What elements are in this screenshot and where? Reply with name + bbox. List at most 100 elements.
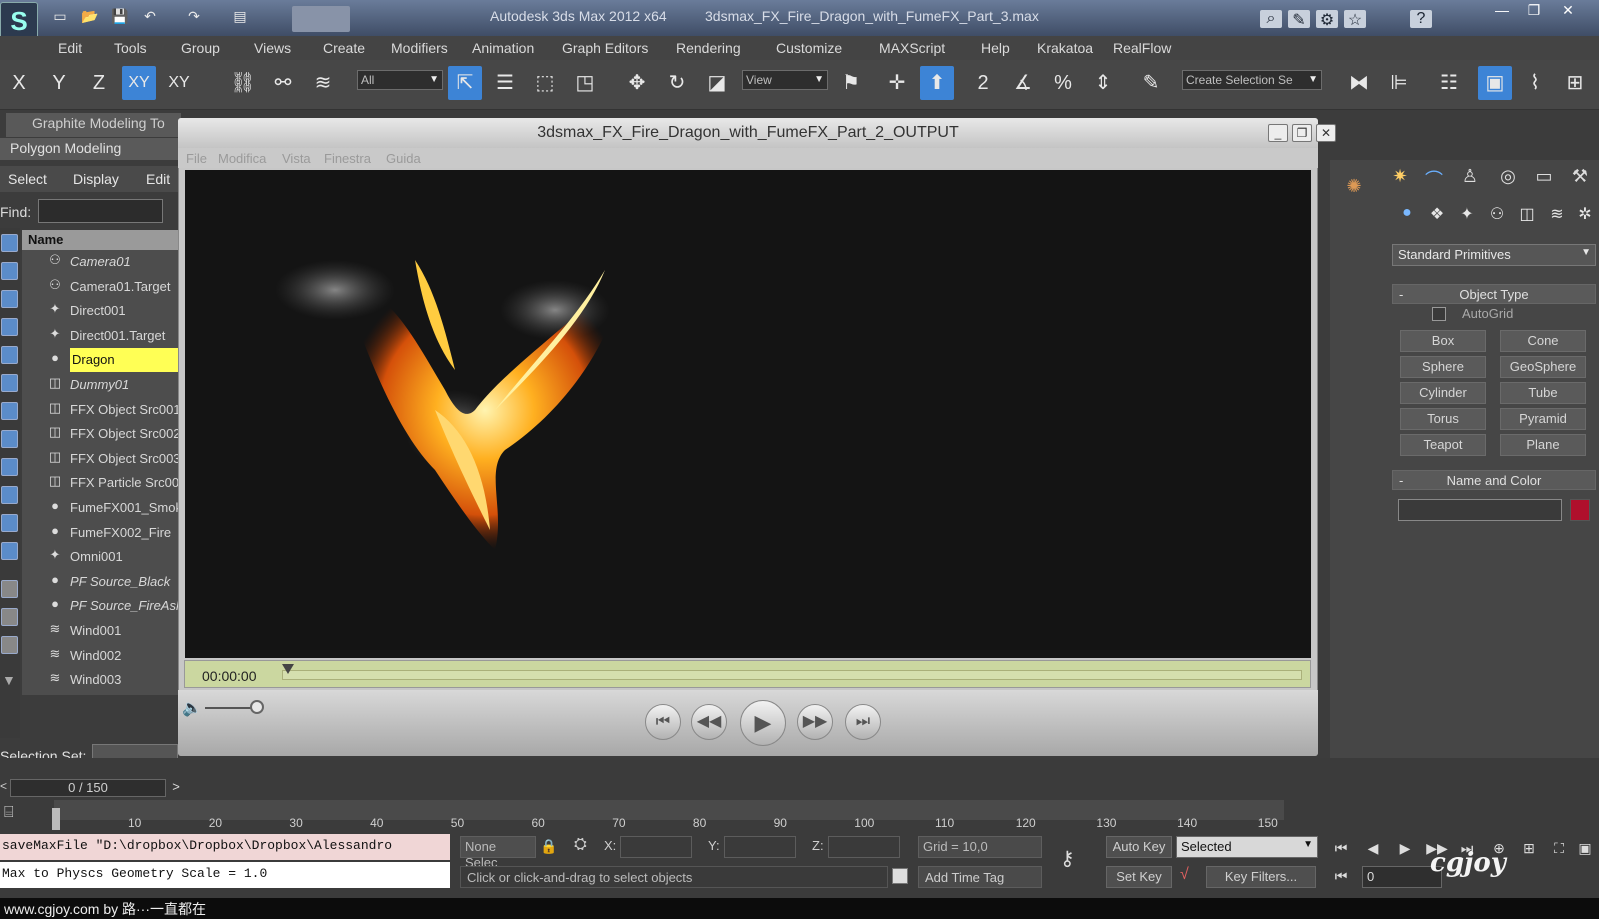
maxscript-listener-output[interactable]: saveMaxFile "D:\dropbox\Dropbox\Dropbox\… <box>0 834 450 860</box>
3dsmax-logo-icon[interactable]: S <box>0 2 38 40</box>
scene-list-item[interactable]: ● PF Source_FireAsh <box>22 594 178 618</box>
systems-category-icon[interactable]: ✲ <box>1572 204 1598 230</box>
display-none-icon[interactable] <box>1 234 18 252</box>
adaptive-degradation-icon[interactable] <box>892 868 908 884</box>
named-selection-dropdown[interactable]: Create Selection Se ▼ <box>1182 70 1322 90</box>
xrefs-filter-icon[interactable] <box>1 514 18 532</box>
workspace-selector[interactable] <box>292 6 350 32</box>
spinner-snap-icon[interactable]: ⇕ <box>1086 66 1120 100</box>
minimize-button[interactable]: — <box>1486 0 1518 22</box>
time-slider-prev[interactable]: < <box>0 779 10 797</box>
volume-icon[interactable]: 🔈 <box>182 698 202 718</box>
save-file-icon[interactable]: 💾 <box>110 8 130 26</box>
rotate-icon[interactable]: ↻ <box>660 66 694 100</box>
menu-views[interactable]: Views <box>254 40 291 56</box>
seek-track[interactable] <box>282 670 1302 680</box>
align-icon[interactable]: ⊫ <box>1382 66 1416 100</box>
scene-list-item[interactable]: ✦ Direct001.Target <box>22 324 178 348</box>
scene-list-item[interactable]: ● PF Source_Black <box>22 570 178 594</box>
menu-realflow[interactable]: RealFlow <box>1113 40 1171 56</box>
add-time-tag[interactable]: Add Time Tag <box>918 866 1042 888</box>
graphite-ribbon-tab[interactable]: Graphite Modeling To <box>6 113 181 137</box>
utilities-tab-icon[interactable]: ⚒ <box>1566 166 1594 192</box>
graphite-toggle-icon[interactable]: ▣ <box>1478 66 1512 100</box>
plane-button[interactable]: Plane <box>1500 434 1586 456</box>
percent-snap-icon[interactable]: % <box>1046 66 1080 100</box>
display-all-icon[interactable] <box>1 262 18 280</box>
z-coordinate-field[interactable] <box>828 836 900 858</box>
menu-create[interactable]: Create <box>323 40 365 56</box>
maximize-viewport-icon[interactable]: ▣ <box>1574 840 1596 860</box>
reference-coordinate-dropdown[interactable]: View ▼ <box>742 70 828 90</box>
lock-icon[interactable]: 🔒 <box>540 838 557 855</box>
geometry-filter-icon[interactable] <box>1 318 18 336</box>
edit-named-selection-icon[interactable]: ✎ <box>1134 66 1168 100</box>
scene-list-item[interactable]: ● Dragon <box>22 348 178 373</box>
scene-list-item[interactable]: ✦ Direct001 <box>22 299 178 323</box>
player-maximize-button[interactable]: ❐ <box>1292 124 1312 142</box>
bones-filter-icon[interactable] <box>1 542 18 560</box>
axis-xy-button[interactable]: XY <box>122 66 156 100</box>
cone-button[interactable]: Cone <box>1500 330 1586 352</box>
player-menu-file[interactable]: File <box>186 151 207 166</box>
spacewarps-filter-icon[interactable] <box>1 458 18 476</box>
tube-button[interactable]: Tube <box>1500 382 1586 404</box>
previous-frame-icon[interactable]: ◀ <box>1362 840 1384 860</box>
key-filters-button[interactable]: Key Filters... <box>1206 866 1316 888</box>
play-animation-icon[interactable]: ▶ <box>1394 840 1416 860</box>
tools-icon[interactable]: ✎ <box>1288 10 1310 29</box>
angle-snap-icon[interactable]: ∡ <box>1006 66 1040 100</box>
cylinder-button[interactable]: Cylinder <box>1400 382 1486 404</box>
favorites-star-icon[interactable]: ☆ <box>1344 10 1366 29</box>
absolute-mode-icon[interactable]: ⛭ <box>574 836 587 854</box>
torus-button[interactable]: Torus <box>1400 408 1486 430</box>
cameras-filter-icon[interactable] <box>1 402 18 420</box>
seek-thumb[interactable] <box>282 664 294 674</box>
scene-list-item[interactable]: ≋ Wind002 <box>22 644 178 668</box>
video-frame[interactable] <box>185 170 1311 658</box>
shapes-category-icon[interactable]: ❖ <box>1424 204 1450 230</box>
new-file-icon[interactable]: ▭ <box>50 8 70 26</box>
shapes-filter-icon[interactable] <box>1 346 18 364</box>
cameras-category-icon[interactable]: ⚇ <box>1484 204 1510 230</box>
window-crossing-icon[interactable]: ◳ <box>568 66 602 100</box>
scene-list-item[interactable]: ≋ Wind003 <box>22 668 178 692</box>
object-color-swatch[interactable] <box>1570 499 1590 521</box>
mirror-icon[interactable]: ⧓ <box>1342 66 1376 100</box>
list-header-name[interactable]: Name <box>22 230 178 250</box>
goto-start-icon[interactable]: ⏮ <box>1330 840 1352 860</box>
player-menu-finestra[interactable]: Finestra <box>324 151 371 166</box>
maximize-button[interactable]: ❐ <box>1518 0 1550 22</box>
polygon-modeling-tab[interactable]: Polygon Modeling <box>0 138 178 160</box>
mini-curve-editor-icon[interactable]: ⌸ <box>4 804 28 828</box>
menu-krakatoa[interactable]: Krakatoa <box>1037 40 1093 56</box>
move-icon[interactable]: ✥ <box>620 66 654 100</box>
create-tab-icon[interactable]: ✺ <box>1340 176 1368 202</box>
hierarchy-tab-icon[interactable]: ♙ <box>1456 166 1484 192</box>
project-folder-icon[interactable]: ▤ <box>230 8 250 26</box>
sun-icon[interactable]: ✷ <box>1386 166 1414 192</box>
maxscript-listener-input[interactable]: Max to Physcs Geometry Scale = 1.0 <box>0 862 450 888</box>
default-tangent-icon[interactable]: √ <box>1180 866 1189 884</box>
y-coordinate-field[interactable] <box>724 836 796 858</box>
volume-knob[interactable] <box>250 700 264 714</box>
help-icon[interactable]: ? <box>1410 10 1432 28</box>
groups-filter-icon[interactable] <box>1 486 18 504</box>
lights-filter-icon[interactable] <box>1 374 18 392</box>
scene-list-item[interactable]: ◫ Dummy01 <box>22 373 178 397</box>
helpers-filter-icon[interactable] <box>1 430 18 448</box>
scene-list-item[interactable]: ≋ Wind001 <box>22 619 178 643</box>
select-object-icon[interactable]: ⇱ <box>448 66 482 100</box>
schematic-view-icon[interactable]: ⊞ <box>1558 66 1592 100</box>
set-key-button[interactable]: Set Key <box>1106 866 1172 888</box>
funnel-icon[interactable]: ▼ <box>2 672 16 688</box>
rectangle-selection-icon[interactable]: ⬚ <box>528 66 562 100</box>
menu-rendering[interactable]: Rendering <box>676 40 741 56</box>
manipulate-icon[interactable]: ✛ <box>880 66 914 100</box>
undo-icon[interactable]: ↶ <box>140 8 160 26</box>
player-menu-modifica[interactable]: Modifica <box>218 151 266 166</box>
menu-maxscript[interactable]: MAXScript <box>879 40 945 56</box>
link-icon[interactable]: ⛓ <box>226 66 260 100</box>
scene-menu-select[interactable]: Select <box>8 171 47 187</box>
scene-list-item[interactable]: ◫ FFX Object Src001 <box>22 398 178 422</box>
